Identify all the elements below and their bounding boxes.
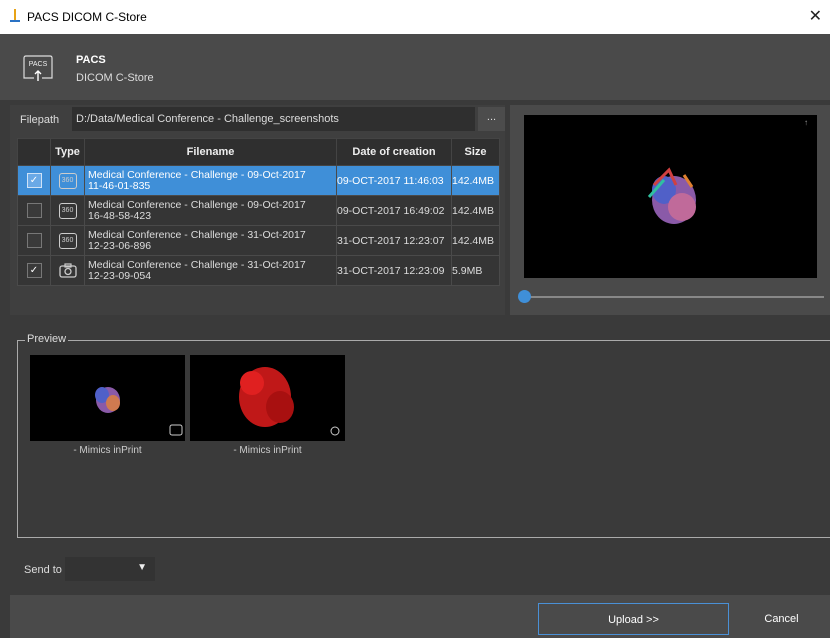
pacs-upload-icon: PACS — [23, 55, 53, 81]
preview-thumbnail[interactable] — [30, 355, 185, 441]
row-checkbox[interactable]: ✓ — [26, 263, 42, 278]
table-row[interactable]: ✓ Medical Conference - Challenge - 31-Oc… — [17, 255, 500, 286]
header-subtitle: DICOM C-Store — [76, 72, 154, 84]
filename-line1: Medical Conference - Challenge - 09-Oct-… — [88, 168, 306, 181]
header-size[interactable]: Size — [451, 138, 500, 166]
window-title: PACS DICOM C-Store — [27, 10, 147, 24]
360-icon: 360 — [58, 232, 77, 249]
table-header-row: Type Filename Date of creation Size — [17, 138, 500, 166]
filename-line1: Medical Conference - Challenge - 31-Oct-… — [88, 258, 306, 271]
close-icon[interactable]: ✕ — [809, 6, 822, 26]
3d-viewer[interactable] — [524, 115, 817, 278]
filename-line2: 11-46-01-835 — [88, 179, 151, 192]
viewer-corner-label: ↑ — [804, 118, 808, 127]
preview-title: Preview — [25, 333, 69, 345]
header-type[interactable]: Type — [50, 138, 85, 166]
date-cell: 09-OCT-2017 16:49:02 — [336, 195, 452, 226]
size-cell: 142.4MB — [451, 165, 500, 196]
preview-thumbnail[interactable] — [190, 355, 345, 441]
date-cell: 09-OCT-2017 11:46:03 — [336, 165, 452, 196]
row-checkbox[interactable]: ✓ — [26, 173, 42, 188]
date-cell: 31-OCT-2017 12:23:09 — [336, 255, 452, 286]
heart-model-image — [647, 167, 696, 224]
date-cell: 31-OCT-2017 12:23:07 — [336, 225, 452, 256]
filepath-field[interactable]: D:/Data/Medical Conference - Challenge_s… — [72, 107, 475, 131]
browse-button[interactable]: ... — [478, 107, 505, 131]
360-icon: 360 — [58, 202, 77, 219]
logo-text: PACS — [29, 61, 48, 68]
360-icon: 360 — [58, 172, 77, 189]
header-banner: PACS PACS DICOM C-Store — [0, 34, 830, 100]
filename-line2: 12-23-09-054 — [88, 269, 152, 282]
timeline-slider-handle[interactable] — [518, 290, 531, 303]
filename-line2: 16-48-58-423 — [88, 209, 152, 222]
filepath-label: Filepath — [20, 114, 60, 126]
upload-button[interactable]: Upload >> — [538, 603, 729, 635]
filename-line2: 12-23-06-896 — [88, 239, 152, 252]
heart-snapshot-image — [239, 367, 340, 436]
row-checkbox[interactable] — [26, 233, 42, 248]
header-title: PACS — [76, 54, 106, 66]
size-cell: 142.4MB — [451, 195, 500, 226]
thumbnail-caption: - Mimics inPrint — [73, 445, 142, 456]
header-date[interactable]: Date of creation — [336, 138, 452, 166]
camera-icon — [58, 263, 77, 278]
cancel-button[interactable]: Cancel — [733, 603, 830, 635]
table-row[interactable]: 360 Medical Conference - Challenge - 31-… — [17, 225, 500, 256]
table-row[interactable]: ✓ 360 Medical Conference - Challenge - 0… — [17, 165, 500, 196]
file-table: Type Filename Date of creation Size ✓ 36… — [17, 138, 500, 286]
filename-line1: Medical Conference - Challenge - 09-Oct-… — [88, 198, 306, 211]
row-checkbox[interactable] — [26, 203, 42, 218]
send-to-label: Send to — [24, 564, 62, 576]
table-row[interactable]: 360 Medical Conference - Challenge - 09-… — [17, 195, 500, 226]
heart-thumbnail-image — [95, 387, 183, 436]
timeline-slider-track[interactable] — [524, 296, 824, 298]
header-checkbox-col — [17, 138, 51, 166]
header-filename[interactable]: Filename — [84, 138, 337, 166]
size-cell: 142.4MB — [451, 225, 500, 256]
chevron-down-icon: ▼ — [137, 562, 147, 573]
thumbnail-caption: - Mimics inPrint — [233, 445, 302, 456]
filename-line1: Medical Conference - Challenge - 31-Oct-… — [88, 228, 306, 241]
app-icon — [10, 9, 20, 22]
size-cell: 5.9MB — [451, 255, 500, 286]
title-bar: PACS DICOM C-Store ✕ — [0, 0, 830, 34]
send-to-dropdown[interactable]: ▼ — [65, 557, 155, 581]
